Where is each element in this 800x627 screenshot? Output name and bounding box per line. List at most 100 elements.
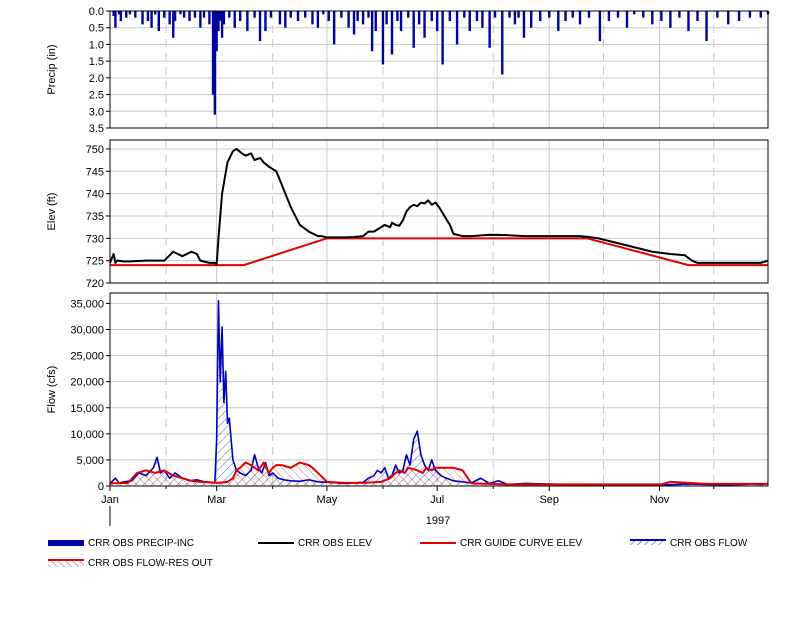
x-tick-label: Nov — [650, 494, 670, 506]
precip-bar — [564, 11, 567, 22]
precip-bar — [390, 11, 394, 55]
precip-bar — [396, 11, 399, 22]
precip-bar — [522, 11, 526, 38]
precip-bar — [727, 11, 730, 25]
precip-bar — [264, 11, 267, 32]
precip-bar — [529, 11, 533, 28]
precip-bar — [417, 11, 421, 25]
precip-bar — [356, 11, 359, 22]
precip-bar — [430, 11, 433, 22]
precip-bar — [423, 11, 426, 38]
precip-bar — [548, 11, 551, 18]
precip-bar — [163, 11, 166, 18]
flow-ytick-label: 15,000 — [70, 403, 104, 415]
precip-bar — [517, 11, 520, 18]
x-axis-year-label: 1997 — [426, 515, 450, 527]
elev-ytick-label: 745 — [86, 166, 104, 178]
precip-ytick-label: 0.0 — [89, 6, 104, 18]
elev-plot-area — [110, 140, 768, 283]
precip-bar — [146, 11, 150, 22]
precip-panel: 0.0 0.5 1.0 1.5 2.0 2.5 3.0 3.5 Precip (in) — [46, 6, 770, 135]
precip-bar — [179, 11, 182, 15]
precip-bar — [289, 11, 292, 18]
precip-bar — [157, 11, 161, 32]
x-tick-label: Jan — [101, 494, 119, 506]
precip-ytick-label: 3.0 — [89, 106, 104, 118]
precip-bar — [141, 11, 144, 25]
precip-bar — [134, 11, 137, 18]
precip-bar — [441, 11, 444, 65]
precip-bar — [150, 11, 153, 28]
precip-bar — [222, 11, 226, 25]
precip-bar — [716, 11, 719, 18]
precip-ytick-label: 1.5 — [89, 56, 104, 68]
precip-bar — [493, 11, 497, 18]
precip-bar — [448, 11, 452, 22]
x-tick-label: May — [317, 494, 338, 506]
precip-bar — [651, 11, 654, 25]
precip-bar — [278, 11, 282, 25]
precip-bar — [587, 11, 591, 18]
precip-bar — [455, 11, 459, 45]
precip-bar — [304, 11, 307, 18]
elev-ylabel: Elev (ft) — [46, 193, 58, 231]
elev-ytick-label: 725 — [86, 256, 104, 268]
precip-bar — [258, 11, 262, 42]
x-tick-label: Jul — [430, 494, 444, 506]
precip-bar — [481, 11, 484, 28]
precip-bar — [208, 11, 211, 25]
precip-bar — [407, 11, 410, 18]
precip-bar — [322, 11, 325, 15]
precip-ytick-label: 1.0 — [89, 39, 104, 51]
precip-bar — [696, 11, 699, 22]
elev-ytick-label: 735 — [86, 211, 104, 223]
precip-bar — [508, 11, 511, 18]
precip-bar — [616, 11, 620, 18]
precip-bar — [578, 11, 582, 25]
precip-bar — [705, 11, 708, 42]
precip-bar — [642, 11, 645, 18]
precip-bar — [633, 11, 636, 15]
precip-bar — [468, 11, 471, 32]
precip-bar — [253, 11, 256, 18]
precip-bar — [352, 11, 356, 35]
precip-bar — [361, 11, 365, 25]
flow-ytick-label: 20,000 — [70, 377, 104, 389]
precip-bar — [598, 11, 602, 42]
flow-ytick-label: 10,000 — [70, 429, 104, 441]
precip-bar — [381, 11, 385, 65]
precip-ytick-label: 2.0 — [89, 73, 104, 85]
precip-bar — [367, 11, 370, 18]
precip-bar — [202, 11, 206, 18]
precip-bar — [385, 11, 388, 25]
precip-bar — [173, 11, 177, 22]
x-tick-label: Sep — [539, 494, 559, 506]
precip-bar — [374, 11, 377, 32]
precip-bar — [114, 11, 117, 28]
precip-bar — [737, 11, 741, 22]
flow-ylabel: Flow (cfs) — [46, 366, 58, 414]
precip-bar — [153, 11, 157, 15]
precip-bar — [539, 11, 542, 22]
flow-ytick-label: 0 — [98, 481, 104, 493]
precip-bar — [412, 11, 415, 48]
precip-bar — [678, 11, 681, 18]
flow-ytick-label: 30,000 — [70, 325, 104, 337]
precip-bar — [475, 11, 479, 22]
precip-bar — [284, 11, 287, 28]
chart-canvas: 0.00.51.01.52.02.53.03.5Precip (in) 7207… — [46, 6, 770, 527]
x-axis: Jan Mar May Jul Sep Nov 1997 — [101, 486, 715, 527]
elev-ytick-label: 740 — [86, 189, 104, 201]
precip-bar — [119, 11, 123, 22]
precip-bar — [347, 11, 350, 28]
x-tick-label: Mar — [207, 494, 226, 506]
precip-bar — [128, 11, 132, 15]
precip-bar — [748, 11, 752, 18]
precip-bar — [269, 11, 273, 18]
precip-bar — [327, 11, 330, 22]
precip-bar — [233, 11, 236, 28]
precip-bar — [463, 11, 466, 18]
precip-bar — [311, 11, 314, 25]
precip-bar — [669, 11, 672, 28]
flow-ytick-label: 35,000 — [70, 298, 104, 310]
